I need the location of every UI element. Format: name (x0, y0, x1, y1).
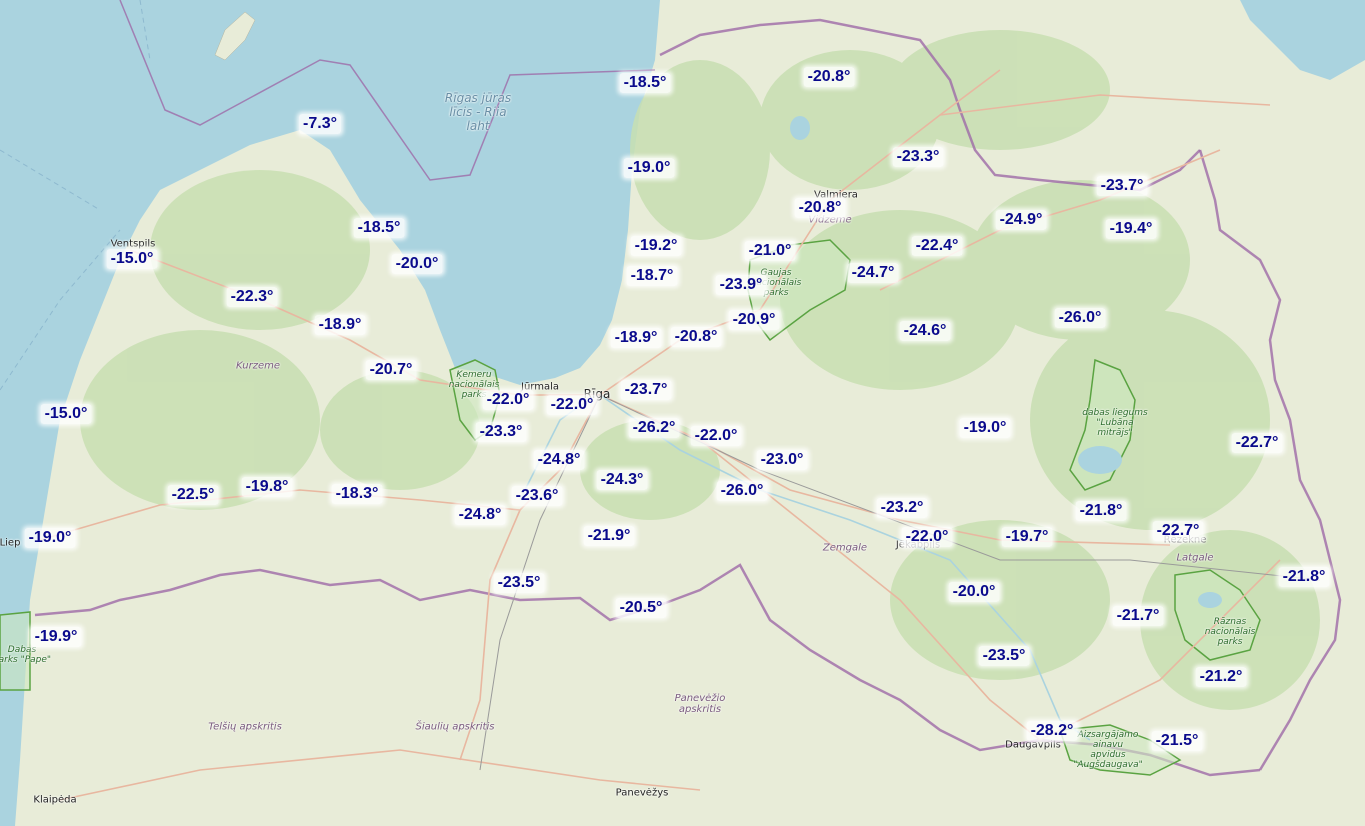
temperature-label[interactable]: -20.5° (615, 598, 667, 618)
park-augsdaugava-line1: Aizsargājamo (1077, 730, 1139, 740)
temperature-label[interactable]: -19.0° (959, 418, 1011, 438)
temperature-label[interactable]: -18.9° (314, 315, 366, 335)
temperature-label[interactable]: -18.9° (610, 328, 662, 348)
temperature-label[interactable]: -19.8° (241, 477, 293, 497)
temperature-label[interactable]: -23.6° (511, 486, 563, 506)
temperature-label[interactable]: -24.8° (533, 450, 585, 470)
temperature-label[interactable]: -22.0° (901, 527, 953, 547)
gulf-of-riga-label: Rīgas jūras līcis - Riia laht (445, 91, 511, 133)
park-augsdaugava-line4: "Augšdaugava" (1073, 760, 1143, 770)
temperature-label[interactable]: -20.8° (803, 67, 855, 87)
place-klaipeda: Klaipėda (33, 794, 77, 806)
temperature-label[interactable]: -19.0° (623, 158, 675, 178)
gulf-label-line1: Rīgas jūras (444, 91, 512, 105)
temperature-label[interactable]: -23.3° (475, 422, 527, 442)
temperature-label[interactable]: -28.2° (1026, 721, 1078, 741)
temperature-label[interactable]: -22.7° (1152, 521, 1204, 541)
region-panevezio: Panevėžio apskritis (675, 693, 726, 715)
place-ventspils: Ventspils (110, 238, 156, 250)
temperature-label[interactable]: -20.0° (948, 582, 1000, 602)
temperature-label[interactable]: -24.7° (847, 263, 899, 283)
park-raznas-line2: nacionālais (1204, 627, 1256, 637)
temperature-label[interactable]: -21.2° (1195, 667, 1247, 687)
region-panevezio-line1: Panevėžio (674, 693, 726, 704)
temperature-label[interactable]: -21.5° (1151, 731, 1203, 751)
temperature-label[interactable]: -23.9° (715, 275, 767, 295)
temperature-label[interactable]: -19.2° (630, 236, 682, 256)
temperature-label[interactable]: -7.3° (299, 114, 341, 134)
temperature-label[interactable]: -19.9° (30, 627, 82, 647)
temperature-label[interactable]: -19.4° (1105, 219, 1157, 239)
region-latgale: Latgale (1176, 552, 1214, 564)
park-raznas-line3: parks (1217, 637, 1243, 647)
temperature-label[interactable]: -18.5° (619, 73, 671, 93)
temperature-label[interactable]: -20.8° (794, 198, 846, 218)
temperature-label[interactable]: -22.0° (482, 390, 534, 410)
place-daugavpils: Daugavpils (1005, 739, 1061, 751)
gulf-label-line3: laht (466, 119, 490, 133)
temperature-label[interactable]: -23.0° (756, 450, 808, 470)
temperature-label[interactable]: -20.0° (391, 254, 443, 274)
temperature-label[interactable]: -21.8° (1278, 567, 1330, 587)
park-augsdaugava-label: Aizsargājamo ainavu apvidus "Augšdaugava… (1073, 730, 1143, 770)
temperature-label[interactable]: -26.0° (1054, 308, 1106, 328)
temperature-label[interactable]: -21.9° (583, 526, 635, 546)
temperature-label[interactable]: -23.3° (892, 147, 944, 167)
temperature-label[interactable]: -23.5° (978, 646, 1030, 666)
temperature-label[interactable]: -20.7° (365, 360, 417, 380)
temperature-label[interactable]: -24.8° (454, 505, 506, 525)
temperature-label[interactable]: -22.5° (167, 485, 219, 505)
temperature-label[interactable]: -21.8° (1075, 501, 1127, 521)
park-raznas-line1: Rāznas (1213, 617, 1247, 627)
temperature-label[interactable]: -26.0° (716, 481, 768, 501)
temperature-label[interactable]: -19.7° (1001, 527, 1053, 547)
park-augsdaugava-line2: ainavu (1092, 740, 1124, 750)
region-panevezio-line2: apskritis (678, 704, 722, 715)
temperature-label[interactable]: -20.9° (728, 310, 780, 330)
park-raznas-label: Rāznas nacionālais parks (1205, 617, 1256, 647)
park-lubana-label: dabas liegums "Lubāna mitrājs" (1082, 408, 1147, 438)
place-panevezys: Panevėžys (615, 787, 669, 799)
temperature-label[interactable]: -15.0° (106, 249, 158, 269)
park-kemeru-line2: nacionālais (448, 380, 500, 390)
temperature-label[interactable]: -26.2° (628, 418, 680, 438)
temperature-label[interactable]: -21.0° (744, 241, 796, 261)
temperature-label[interactable]: -23.2° (876, 498, 928, 518)
region-siauliu: Šiaulių apskritis (415, 721, 495, 733)
park-pape-line2: parks "Pape" (0, 655, 52, 665)
region-zemgale: Zemgale (822, 542, 868, 554)
temperature-label[interactable]: -18.3° (331, 484, 383, 504)
temperature-label[interactable]: -15.0° (40, 404, 92, 424)
temperature-label[interactable]: -22.7° (1231, 433, 1283, 453)
temperature-label[interactable]: -19.0° (24, 528, 76, 548)
gulf-label-line2: līcis - Riia (449, 105, 507, 119)
temperature-label[interactable]: -23.5° (493, 573, 545, 593)
temperature-label[interactable]: -24.9° (995, 210, 1047, 230)
park-augsdaugava-line3: apvidus (1090, 750, 1126, 760)
temperature-label[interactable]: -23.7° (620, 380, 672, 400)
park-lubana-line1: dabas liegums (1082, 408, 1148, 418)
temperature-label[interactable]: -21.7° (1112, 606, 1164, 626)
region-telsiu: Telšių apskritis (208, 721, 282, 733)
place-liepaja: Liep (0, 537, 21, 549)
park-pape-label: Dabas parks "Pape" (0, 645, 51, 665)
temperature-label[interactable]: -22.0° (690, 426, 742, 446)
temperature-label[interactable]: -24.6° (899, 321, 951, 341)
temperature-label[interactable]: -22.0° (546, 395, 598, 415)
region-kurzeme: Kurzeme (235, 360, 281, 372)
temperature-label[interactable]: -23.7° (1096, 176, 1148, 196)
temperature-label[interactable]: -24.3° (596, 470, 648, 490)
temperature-label[interactable]: -22.4° (911, 236, 963, 256)
park-lubana-line2: "Lubāna (1096, 418, 1134, 428)
park-kemeru-line1: Ķemeru (456, 370, 492, 380)
temperature-label[interactable]: -20.8° (670, 327, 722, 347)
temperature-label[interactable]: -18.5° (353, 218, 405, 238)
temperature-label[interactable]: -18.7° (626, 266, 678, 286)
temperature-label[interactable]: -22.3° (226, 287, 278, 307)
park-lubana-line3: mitrājs" (1097, 428, 1133, 438)
